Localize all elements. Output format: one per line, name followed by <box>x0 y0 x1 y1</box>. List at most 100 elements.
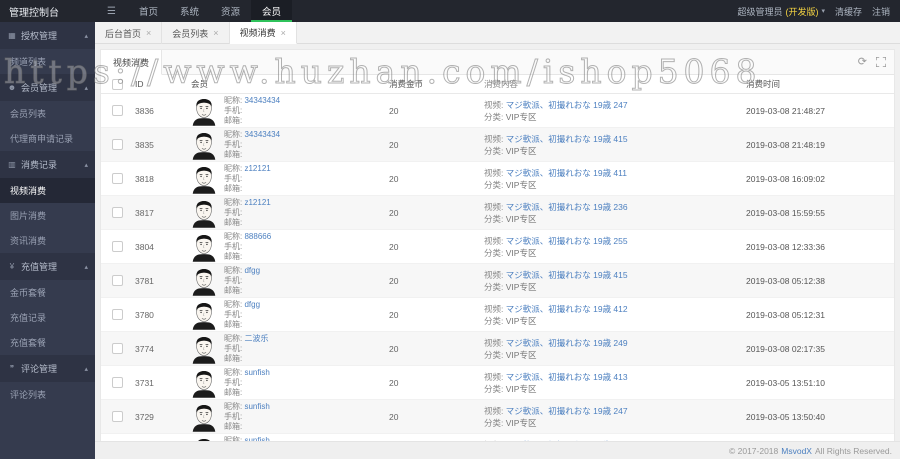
footer-brand-link[interactable]: MsvodX <box>781 446 812 456</box>
category-value: VIP专区 <box>505 179 537 190</box>
sidebar-group-label: 充值管理 <box>21 262 58 272</box>
brand-title: 管理控制台 <box>9 7 59 19</box>
category-value: VIP专区 <box>505 281 537 292</box>
cell-coins: 20 <box>389 343 399 354</box>
row-checkbox[interactable] <box>111 207 123 218</box>
member-avatar <box>192 234 216 262</box>
row-checkbox[interactable] <box>111 411 123 422</box>
sidebar-item[interactable]: 金币套餐 <box>0 280 95 305</box>
table-row: 昵称: sunfish 手机: 邮箱: 视频: マジ軟派、初撮れおな 19歳 4… <box>101 434 894 441</box>
cell-time: 2019-03-05 13:50:40 <box>746 411 825 422</box>
close-icon[interactable]: × <box>281 28 286 38</box>
member-nick-link[interactable]: 34343434 <box>244 130 280 139</box>
member-avatar <box>192 370 216 398</box>
email-label: 邮箱: <box>224 285 243 295</box>
nav-item[interactable]: 首页 <box>128 0 169 22</box>
member-avatar <box>192 302 216 330</box>
sidebar-item[interactable]: 会员列表 <box>0 101 95 126</box>
nick-label: 昵称: <box>224 163 243 173</box>
nick-label: 昵称: <box>224 333 243 343</box>
video-title-link[interactable]: マジ軟派、初撮れおな 19歳 249 <box>506 338 628 348</box>
close-icon[interactable]: × <box>146 28 151 38</box>
video-title-link[interactable]: マジ軟派、初撮れおな 19歳 415 <box>506 134 628 144</box>
sidebar-item[interactable]: 资讯消费 <box>0 228 95 253</box>
video-title-link[interactable]: マジ軟派、初撮れおな 19歳 415 <box>506 270 628 280</box>
member-nick-link[interactable]: z12121 <box>244 198 270 207</box>
row-checkbox[interactable] <box>111 105 123 116</box>
phone-label: 手机: <box>224 139 243 149</box>
video-label: 视频: <box>484 167 504 178</box>
cell-id: 3731 <box>135 377 154 388</box>
navbar-right: 超级管理员 (开发版) ▾ 清缓存 注销 <box>737 0 900 22</box>
member-nick-link[interactable]: dfgg <box>244 300 260 309</box>
member-nick-link[interactable]: z12121 <box>244 164 270 173</box>
cell-member: 昵称: 34343434 手机: 邮箱: <box>191 130 387 160</box>
row-checkbox[interactable] <box>111 173 123 184</box>
email-label: 邮箱: <box>224 115 243 125</box>
sidebar-group-header[interactable]: ☻ 会员管理 ▴ <box>0 74 95 101</box>
menu-toggle-icon[interactable]: ☰ <box>95 0 128 22</box>
member-nick-link[interactable]: 888666 <box>244 232 271 241</box>
table-row: 3817 昵称: z12121 手机: 邮箱: 20 视频: マジ軟派、初撮れお… <box>101 196 894 230</box>
row-checkbox[interactable] <box>111 241 123 252</box>
video-title-link[interactable]: マジ軟派、初撮れおな 19歳 413 <box>506 372 628 382</box>
member-nick-link[interactable]: 34343434 <box>244 96 280 105</box>
refresh-icon[interactable]: ⟳ <box>858 56 867 68</box>
table-row: 3780 昵称: dfgg 手机: 邮箱: 20 视频: マジ軟派、初撮れおな … <box>101 298 894 332</box>
video-label: 视频: <box>484 337 504 348</box>
video-title-link[interactable]: マジ軟派、初撮れおな 19歳 247 <box>506 100 628 110</box>
user-menu[interactable]: 超级管理员 (开发版) ▾ <box>737 5 825 18</box>
chevron-down-icon: ▾ <box>821 8 825 15</box>
row-checkbox[interactable] <box>111 139 123 150</box>
member-nick-link[interactable]: dfgg <box>244 266 260 275</box>
nav-item[interactable]: 资源 <box>210 0 251 22</box>
row-checkbox[interactable] <box>111 275 123 286</box>
sidebar-item[interactable]: 图片消费 <box>0 203 95 228</box>
cell-member: 昵称: 二波乐 手机: 邮箱: <box>191 334 387 364</box>
sidebar-group-label: 会员管理 <box>21 83 58 93</box>
video-title-link[interactable]: マジ軟派、初撮れおな 19歳 412 <box>506 304 628 314</box>
logout-button[interactable]: 注销 <box>872 5 890 18</box>
row-checkbox[interactable] <box>111 343 123 354</box>
member-nick-link[interactable]: sunfish <box>244 368 269 377</box>
cell-id: 3781 <box>135 275 154 286</box>
open-tab[interactable]: 视频消费 × <box>229 22 297 44</box>
sidebar-item[interactable]: 代理商申请记录 <box>0 126 95 151</box>
cell-id: 3836 <box>135 105 154 116</box>
email-label: 邮箱: <box>224 387 243 397</box>
row-checkbox[interactable] <box>111 377 123 388</box>
phone-label: 手机: <box>224 343 243 353</box>
nav-item[interactable]: 会员 <box>251 0 293 22</box>
clear-cache-button[interactable]: 清缓存 <box>835 5 862 18</box>
sidebar-item[interactable]: 视频消费 <box>0 178 95 203</box>
nav-item-label: 会员 <box>262 7 282 18</box>
video-title-link[interactable]: マジ軟派、初撮れおな 19歳 247 <box>506 406 628 416</box>
video-title-link[interactable]: マジ軟派、初撮れおな 19歳 255 <box>506 236 628 246</box>
fullscreen-icon[interactable] <box>876 57 886 67</box>
sidebar-item[interactable]: 充值套餐 <box>0 330 95 355</box>
category-label: 分类: <box>484 213 504 224</box>
cell-time: 2019-03-08 05:12:38 <box>746 275 825 286</box>
video-title-link[interactable]: マジ軟派、初撮れおな 19歳 236 <box>506 202 628 212</box>
select-all-checkbox[interactable] <box>111 78 123 90</box>
close-icon[interactable]: × <box>213 28 218 38</box>
sidebar-group-header[interactable]: ❞ 评论管理 ▴ <box>0 355 95 382</box>
sidebar-group-header[interactable]: ▦ 授权管理 ▴ <box>0 22 95 49</box>
row-checkbox[interactable] <box>111 309 123 320</box>
open-tab[interactable]: 会员列表 × <box>162 22 230 44</box>
sidebar-item[interactable]: 充值记录 <box>0 305 95 330</box>
phone-label: 手机: <box>224 411 243 421</box>
member-nick-link[interactable]: 二波乐 <box>244 334 268 343</box>
open-tab[interactable]: 后台首页 × <box>95 22 163 44</box>
nav-item-label: 系统 <box>179 7 199 18</box>
panel-tab-video-consumption[interactable]: 视频消费 <box>101 50 163 75</box>
sidebar-group-header[interactable]: ¥ 充值管理 ▴ <box>0 253 95 280</box>
sidebar-item[interactable]: 频道列表 <box>0 49 95 74</box>
sidebar-item[interactable]: 评论列表 <box>0 382 95 407</box>
sidebar-group-header[interactable]: ▥ 消费记录 ▴ <box>0 151 95 178</box>
member-info: 昵称: 34343434 手机: 邮箱: <box>224 96 280 126</box>
category-label: 分类: <box>484 111 504 122</box>
video-title-link[interactable]: マジ軟派、初撮れおな 19歳 411 <box>506 168 627 178</box>
nav-item[interactable]: 系统 <box>169 0 210 22</box>
member-nick-link[interactable]: sunfish <box>244 402 269 411</box>
